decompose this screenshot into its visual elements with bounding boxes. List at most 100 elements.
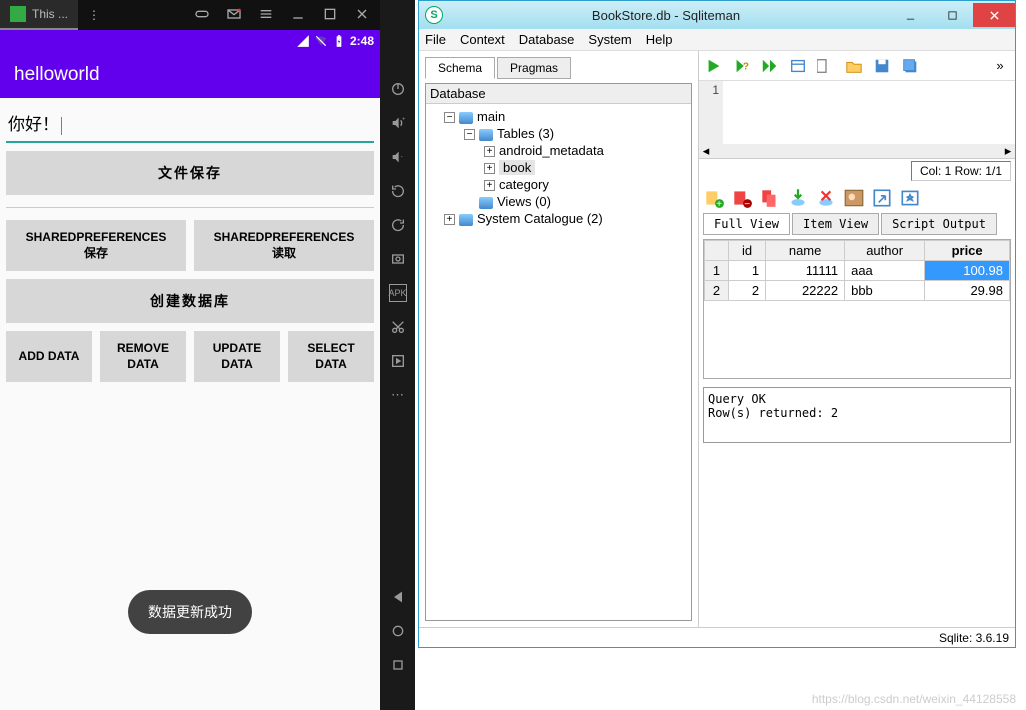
sharedprefs-read-button[interactable]: SHAREDPREFERENCES 读取: [194, 220, 374, 271]
tree-node-tables[interactable]: −Tables (3): [430, 125, 687, 142]
gamepad-icon[interactable]: [194, 6, 210, 25]
image-icon[interactable]: [843, 187, 865, 209]
window-close-icon[interactable]: [973, 3, 1015, 27]
tab-schema[interactable]: Schema: [425, 57, 495, 79]
android-status-bar: 2:48: [0, 30, 380, 52]
result-tabstrip: Full View Item View Script Output: [699, 213, 1015, 235]
cut-icon[interactable]: [389, 318, 407, 336]
window-maximize-icon[interactable]: [931, 3, 973, 27]
more-icon[interactable]: ⋯: [389, 386, 407, 404]
menu-icon[interactable]: [258, 6, 274, 25]
run-icon[interactable]: [703, 55, 725, 77]
create-db-button[interactable]: 创建数据库: [6, 279, 374, 323]
back-icon[interactable]: [389, 588, 407, 606]
open-file-icon[interactable]: [843, 55, 865, 77]
add-data-button[interactable]: ADD DATA: [6, 331, 92, 382]
tree-node-main[interactable]: −main: [430, 108, 687, 125]
save-icon[interactable]: [871, 55, 893, 77]
output-line: Query OK: [708, 392, 1006, 406]
cursor-position: Col: 1 Row: 1/1: [911, 161, 1011, 181]
save-all-icon[interactable]: [899, 55, 921, 77]
tab-item-view[interactable]: Item View: [792, 213, 879, 235]
apk-icon[interactable]: APK: [389, 284, 407, 302]
remove-data-button[interactable]: REMOVE DATA: [100, 331, 186, 382]
tree-header: Database: [426, 84, 691, 104]
table-row[interactable]: 2 2 22222 bbb 29.98: [705, 281, 1010, 301]
menu-database[interactable]: Database: [519, 32, 575, 47]
text-input[interactable]: 你好！: [6, 104, 374, 143]
tree-table-android-metadata[interactable]: +android_metadata: [430, 142, 687, 159]
window-titlebar[interactable]: S BookStore.db - Sqliteman: [419, 1, 1015, 29]
col-id[interactable]: id: [729, 241, 766, 261]
save-file-button[interactable]: 文件保存: [6, 151, 374, 195]
delete-row-icon[interactable]: −: [731, 187, 753, 209]
col-price[interactable]: price: [925, 241, 1010, 261]
selected-cell[interactable]: 100.98: [925, 261, 1010, 281]
sharedprefs-save-button[interactable]: SHAREDPREFERENCES 保存: [6, 220, 186, 271]
result-grid[interactable]: id name author price 1 1 11111 aaa 100.9…: [703, 239, 1011, 379]
col-name[interactable]: name: [766, 241, 845, 261]
menu-help[interactable]: Help: [646, 32, 673, 47]
sqliteman-window: S BookStore.db - Sqliteman File Context …: [418, 0, 1016, 648]
svg-text:+: +: [716, 199, 722, 209]
svg-text:+: +: [402, 116, 405, 122]
toolbar-overflow-icon[interactable]: »: [989, 55, 1011, 77]
emulator-tab-menu[interactable]: ⋮: [78, 0, 110, 30]
table-row[interactable]: 1 1 11111 aaa 100.98: [705, 261, 1010, 281]
favorite-icon[interactable]: [899, 187, 921, 209]
play-icon[interactable]: [389, 352, 407, 370]
app-bar: helloworld: [0, 52, 380, 98]
sql-editor[interactable]: 1 ◂ ▸: [699, 81, 1015, 159]
rotate-right-icon[interactable]: [389, 216, 407, 234]
home-icon[interactable]: [389, 622, 407, 640]
view-icon[interactable]: [787, 55, 809, 77]
rollback-icon[interactable]: [815, 187, 837, 209]
insert-row-icon[interactable]: +: [703, 187, 725, 209]
tree-node-views[interactable]: Views (0): [430, 193, 687, 210]
scroll-left-icon[interactable]: ◂: [699, 144, 713, 158]
power-icon[interactable]: [389, 80, 407, 98]
window-minimize-icon[interactable]: [889, 3, 931, 27]
mail-icon[interactable]: [226, 6, 242, 25]
recents-icon[interactable]: [389, 656, 407, 674]
sqlite-version: Sqlite: 3.6.19: [939, 631, 1009, 645]
update-data-button[interactable]: UPDATE DATA: [194, 331, 280, 382]
battery-icon: [332, 34, 346, 48]
editor-scrollbar[interactable]: ◂ ▸: [699, 144, 1015, 158]
export-icon[interactable]: [871, 187, 893, 209]
tree-table-book[interactable]: +book: [430, 159, 687, 176]
screenshot-icon[interactable]: [389, 250, 407, 268]
svg-text:−: −: [744, 199, 750, 209]
volume-down-icon[interactable]: -: [389, 148, 407, 166]
emulator-tab[interactable]: This ...: [0, 0, 78, 30]
select-data-button[interactable]: SELECT DATA: [288, 331, 374, 382]
col-author: author: [845, 241, 925, 261]
run-all-icon[interactable]: [759, 55, 781, 77]
menu-context[interactable]: Context: [460, 32, 505, 47]
window-title: BookStore.db - Sqliteman: [443, 8, 889, 23]
menu-file[interactable]: File: [425, 32, 446, 47]
volume-up-icon[interactable]: +: [389, 114, 407, 132]
result-toolbar: + −: [699, 183, 1015, 213]
scroll-right-icon[interactable]: ▸: [1001, 144, 1015, 158]
tree-table-category[interactable]: +category: [430, 176, 687, 193]
emulator-tab-label: This ...: [32, 7, 68, 21]
emulator-top-bar: This ... ⋮: [0, 0, 380, 30]
new-file-icon[interactable]: [815, 55, 837, 77]
menu-bar: File Context Database System Help: [419, 29, 1015, 51]
minimize-icon[interactable]: [290, 6, 306, 25]
commit-icon[interactable]: [787, 187, 809, 209]
tree-node-syscat[interactable]: +System Catalogue (2): [430, 210, 687, 227]
maximize-icon[interactable]: [322, 6, 338, 25]
tab-pragmas[interactable]: Pragmas: [497, 57, 571, 79]
col-rownum[interactable]: [705, 241, 729, 261]
tab-script-output[interactable]: Script Output: [881, 213, 997, 235]
close-icon[interactable]: [354, 6, 370, 25]
copy-row-icon[interactable]: [759, 187, 781, 209]
schema-tree[interactable]: Database −main −Tables (3) +android_meta…: [425, 83, 692, 621]
tab-full-view[interactable]: Full View: [703, 213, 790, 235]
menu-system[interactable]: System: [588, 32, 631, 47]
app-title: helloworld: [14, 64, 100, 86]
rotate-left-icon[interactable]: [389, 182, 407, 200]
run-help-icon[interactable]: ?: [731, 55, 753, 77]
